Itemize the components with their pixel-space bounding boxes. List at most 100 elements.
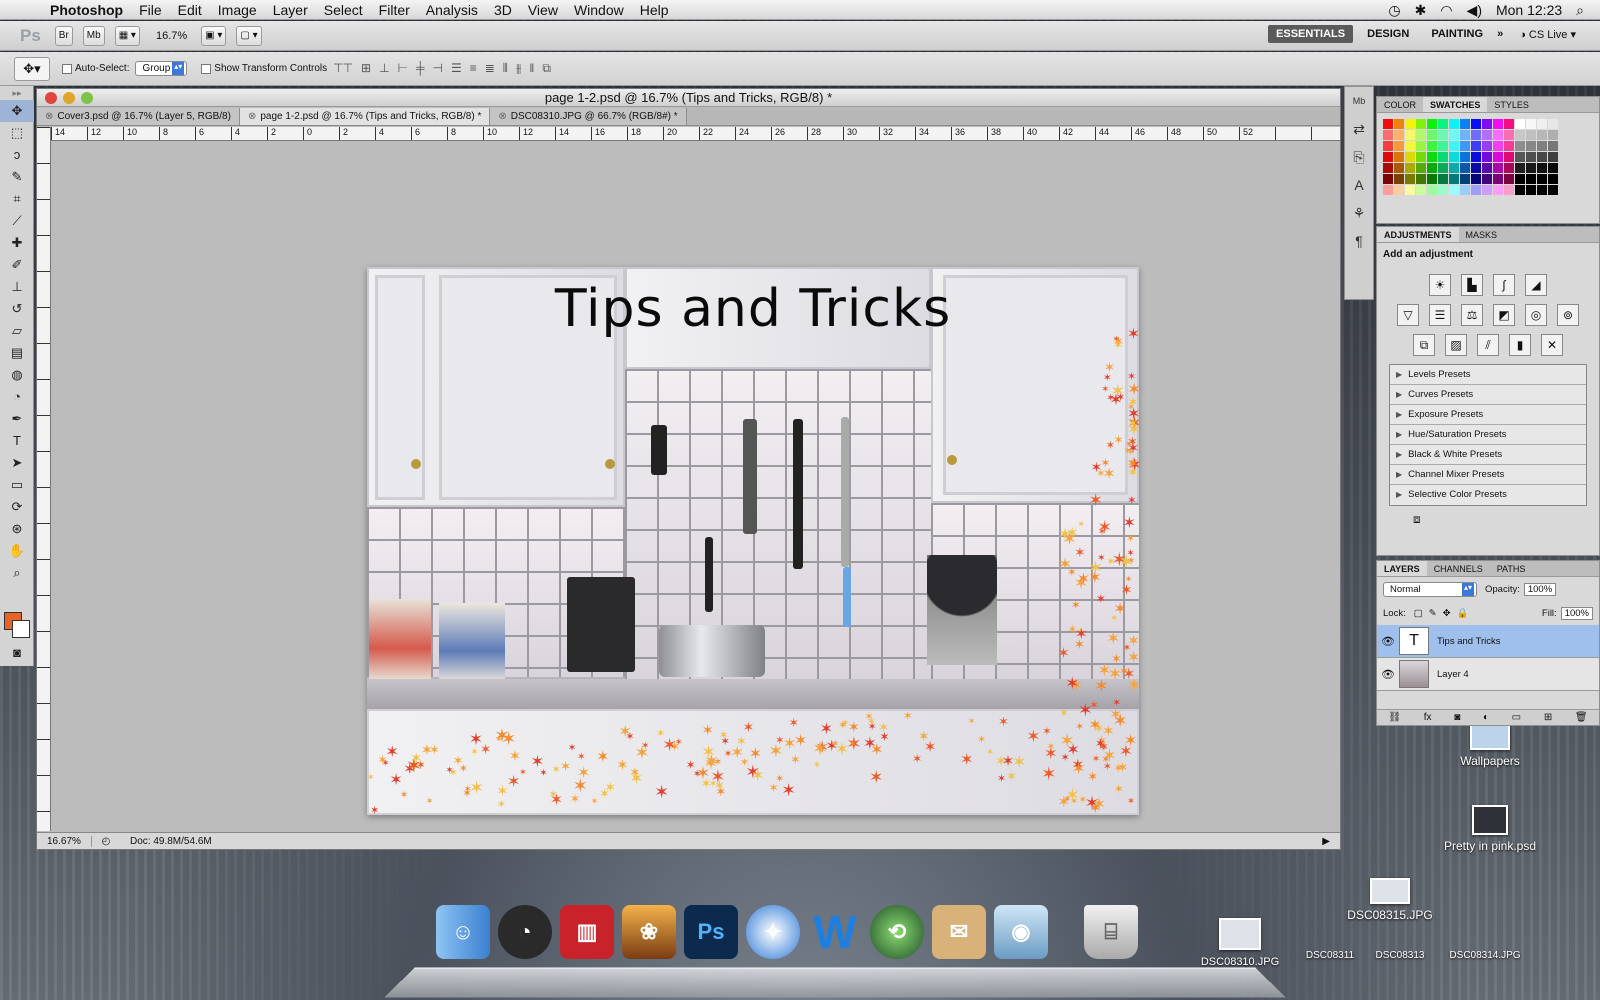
- character-icon[interactable]: A: [1345, 171, 1373, 199]
- desktop-file-dsc08313[interactable]: DSC08313: [1360, 950, 1440, 961]
- swatch[interactable]: [1471, 119, 1481, 129]
- auto-select-checkbox[interactable]: [62, 63, 72, 74]
- posterize-icon[interactable]: ▨: [1445, 334, 1467, 356]
- menu-edit[interactable]: Edit: [170, 2, 210, 18]
- color-balance-icon[interactable]: ⚖: [1461, 304, 1483, 326]
- zoom-tool-icon[interactable]: ⌕: [0, 562, 34, 584]
- black-white-icon[interactable]: ◩: [1493, 304, 1515, 326]
- bluetooth-icon[interactable]: ✱: [1415, 2, 1427, 19]
- swatch[interactable]: [1504, 141, 1514, 151]
- menu-clock[interactable]: Mon 12:23: [1496, 2, 1562, 18]
- arrange-documents-button[interactable]: ▣ ▾: [201, 25, 227, 46]
- swatch[interactable]: [1526, 152, 1536, 162]
- swatch[interactable]: [1449, 163, 1459, 173]
- swatch[interactable]: [1383, 152, 1393, 162]
- swatch[interactable]: [1493, 174, 1503, 184]
- screen-mode-button[interactable]: ▢ ▾: [236, 25, 262, 46]
- swatch[interactable]: [1394, 174, 1404, 184]
- document-canvas-image[interactable]: ✶ ✶ ✶ ✶ ✶ ✶ ✶ ✶ ✶ ✶ ✶ ✶ ✶ ✶ ✶ ✶ ✶ ✶ ✶ ✶ ✶ ✶ ✶ ✶ ✶ ✶ ✶ ✶ ✶ ✶ ✶ ✶ ✶ ✶ ✶ ✶ ✶ ✶ ✶ ✶…: [367, 267, 1139, 815]
- desktop-file-dsc08315[interactable]: DSC08315.JPG: [1325, 878, 1455, 922]
- swatch[interactable]: [1460, 141, 1470, 151]
- swatch[interactable]: [1405, 185, 1415, 195]
- tab-swatches[interactable]: SWATCHES: [1423, 97, 1488, 112]
- type-tool-icon[interactable]: T: [0, 430, 34, 452]
- zoom-window-button[interactable]: [81, 92, 93, 104]
- swatch[interactable]: [1460, 163, 1470, 173]
- preset-channel-mixer[interactable]: Channel Mixer Presets: [1390, 465, 1586, 485]
- menu-help[interactable]: Help: [632, 2, 677, 18]
- document-headline-text[interactable]: Tips and Tricks: [367, 279, 1139, 339]
- tab-paths[interactable]: PATHS: [1490, 561, 1533, 576]
- swatch[interactable]: [1548, 141, 1558, 151]
- swatch[interactable]: [1493, 152, 1503, 162]
- threshold-icon[interactable]: ⫽: [1477, 334, 1499, 356]
- mini-bridge-icon[interactable]: Mb: [1345, 87, 1373, 115]
- swatch[interactable]: [1471, 152, 1481, 162]
- swatch[interactable]: [1438, 130, 1448, 140]
- swatch[interactable]: [1504, 185, 1514, 195]
- swatch[interactable]: [1482, 130, 1492, 140]
- swatch[interactable]: [1526, 174, 1536, 184]
- tab-styles[interactable]: STYLES: [1487, 97, 1536, 112]
- delete-layer-icon[interactable]: 🗑: [1575, 712, 1588, 723]
- close-tab-icon[interactable]: ⊗: [248, 111, 256, 122]
- menu-app-name[interactable]: Photoshop: [42, 2, 131, 18]
- swatch[interactable]: [1504, 152, 1514, 162]
- minimize-window-button[interactable]: [63, 92, 75, 104]
- cs-live-button[interactable]: ◑ CS Live ▾: [1519, 28, 1576, 41]
- swatch[interactable]: [1427, 119, 1437, 129]
- align-vcenter-icon[interactable]: ⊞: [361, 61, 371, 76]
- lock-icons[interactable]: ▢✎✥🔒: [1414, 608, 1475, 619]
- tools-panel-header[interactable]: ▸▸: [0, 86, 34, 100]
- swatch[interactable]: [1394, 130, 1404, 140]
- shape-tool-icon[interactable]: ▭: [0, 474, 34, 496]
- hand-tool-icon[interactable]: ✋: [0, 540, 34, 562]
- menu-3d[interactable]: 3D: [486, 2, 520, 18]
- workspace-painting[interactable]: PAINTING: [1423, 25, 1491, 43]
- tab-page-1-2[interactable]: ⊗ page 1-2.psd @ 16.7% (Tips and Tricks, …: [239, 108, 491, 125]
- eyedropper-tool-icon[interactable]: ⟋: [0, 210, 34, 232]
- swatch[interactable]: [1416, 141, 1426, 151]
- swatch[interactable]: [1438, 119, 1448, 129]
- tool-preset-picker[interactable]: ✥▾: [14, 56, 50, 81]
- preview-icon[interactable]: ✉: [932, 905, 986, 959]
- swatch[interactable]: [1394, 185, 1404, 195]
- tab-adjustments[interactable]: ADJUSTMENTS: [1377, 227, 1459, 242]
- actions-icon[interactable]: ⎘: [1345, 143, 1373, 171]
- finder-icon[interactable]: ☺: [436, 905, 490, 959]
- desktop-folder-wallpapers[interactable]: Wallpapers: [1425, 722, 1555, 768]
- swatch[interactable]: [1526, 185, 1536, 195]
- menu-image[interactable]: Image: [210, 2, 265, 18]
- swatch[interactable]: [1460, 130, 1470, 140]
- visibility-eye-icon[interactable]: 👁: [1377, 635, 1399, 648]
- swatch[interactable]: [1537, 141, 1547, 151]
- swatch[interactable]: [1394, 163, 1404, 173]
- swatch[interactable]: [1405, 141, 1415, 151]
- menu-window[interactable]: Window: [566, 2, 632, 18]
- swatch[interactable]: [1438, 163, 1448, 173]
- menu-filter[interactable]: Filter: [371, 2, 418, 18]
- swatch[interactable]: [1416, 152, 1426, 162]
- swatch[interactable]: [1493, 130, 1503, 140]
- desktop-file-dsc08314[interactable]: DSC08314.JPG: [1440, 950, 1530, 961]
- swatch[interactable]: [1493, 185, 1503, 195]
- path-selection-tool-icon[interactable]: ➤: [0, 452, 34, 474]
- launch-bridge-button[interactable]: Br: [54, 25, 73, 46]
- swatch[interactable]: [1537, 163, 1547, 173]
- photoshop-dock-icon[interactable]: Ps: [684, 905, 738, 959]
- swatch[interactable]: [1427, 174, 1437, 184]
- swatch[interactable]: [1416, 174, 1426, 184]
- time-machine-icon[interactable]: ◷: [1388, 2, 1400, 19]
- status-zoom-field[interactable]: 16.67%: [37, 835, 92, 847]
- swatch[interactable]: [1416, 163, 1426, 173]
- zoom-level-select[interactable]: 16.7%: [156, 30, 187, 42]
- close-tab-icon[interactable]: ⊗: [45, 111, 53, 122]
- pen-tool-icon[interactable]: ✒: [0, 408, 34, 430]
- swatch[interactable]: [1471, 163, 1481, 173]
- swatch[interactable]: [1383, 141, 1393, 151]
- selective-color-icon[interactable]: ✕: [1541, 334, 1563, 356]
- curves-icon[interactable]: ∫: [1493, 274, 1515, 296]
- opacity-input[interactable]: 100%: [1523, 582, 1557, 596]
- clone-stamp-tool-icon[interactable]: ⊥: [0, 276, 34, 298]
- swatch[interactable]: [1460, 174, 1470, 184]
